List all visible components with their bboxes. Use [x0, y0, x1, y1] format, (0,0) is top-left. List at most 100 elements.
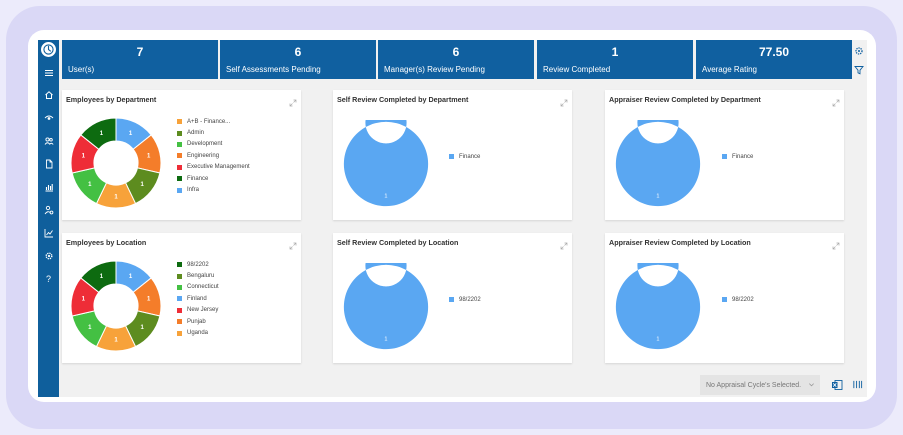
chart-legend: 98/2202	[449, 294, 481, 305]
chart-legend: 98/2202 Bengaluru Connecticut Finland New Je…	[177, 259, 219, 339]
sidebar: ?	[38, 40, 59, 397]
gear-icon[interactable]	[38, 248, 59, 264]
legend-label: Punjab	[187, 318, 206, 325]
legend-item[interactable]: Finance	[449, 151, 480, 162]
legend-label: Connecticut	[187, 284, 219, 291]
app-logo-icon[interactable]	[41, 42, 56, 57]
filter-icon[interactable]	[853, 64, 865, 76]
legend-swatch	[177, 307, 182, 313]
legend-label: A+B - Finance...	[187, 118, 231, 125]
app-screen: ? 7 User(s) 6 Self Assessments Pending 6…	[38, 40, 867, 397]
kpi-label: Manager(s) Review Pending	[384, 65, 485, 74]
kpi-users[interactable]: 7 User(s)	[62, 40, 218, 79]
kpi-value: 7	[136, 45, 144, 59]
legend-item[interactable]: 98/2202	[722, 294, 754, 305]
legend-label: Infra	[187, 187, 200, 194]
legend-item[interactable]: Development	[177, 139, 250, 150]
kpi-row: 7 User(s) 6 Self Assessments Pending 6 M…	[62, 40, 852, 80]
legend-label: New Jersey	[187, 307, 219, 314]
legend-item[interactable]: Bengaluru	[177, 270, 219, 281]
card-title: Employees by Location	[66, 238, 147, 247]
legend-label: 98/2202	[732, 296, 754, 303]
legend-swatch	[449, 154, 454, 160]
legend-swatch	[177, 262, 182, 268]
users-icon[interactable]	[38, 133, 59, 149]
trend-icon[interactable]	[38, 225, 59, 241]
columns-icon[interactable]	[851, 378, 864, 391]
person-gear-icon[interactable]	[38, 202, 59, 218]
kpi-value: 6	[452, 45, 460, 59]
legend-label: Finland	[187, 295, 207, 302]
eye-icon[interactable]	[38, 110, 59, 126]
expand-icon[interactable]	[560, 94, 568, 107]
kpi-label: Review Completed	[543, 65, 611, 74]
card-title: Self Review Completed by Location	[337, 238, 459, 247]
legend-item[interactable]: A+B - Finance...	[177, 116, 250, 127]
slice-value-label: 1	[384, 337, 387, 343]
document-icon[interactable]	[38, 156, 59, 172]
dashboard-content: 7 User(s) 6 Self Assessments Pending 6 M…	[59, 40, 867, 397]
donut-chart: 1	[343, 263, 429, 350]
help-icon[interactable]: ?	[38, 271, 59, 287]
legend-swatch	[177, 153, 182, 159]
legend-item[interactable]: Finance	[722, 151, 753, 162]
menu-icon[interactable]	[38, 65, 59, 81]
chart-legend: A+B - Finance... Admin Development Engineer…	[177, 116, 250, 196]
legend-swatch	[177, 273, 182, 279]
expand-icon[interactable]	[832, 237, 840, 250]
legend-item[interactable]: Uganda	[177, 327, 219, 338]
legend-swatch	[177, 141, 182, 147]
legend-item[interactable]: Executive Management	[177, 162, 250, 173]
legend-item[interactable]: Admin	[177, 127, 250, 138]
kpi-review-completed[interactable]: 1 Review Completed	[537, 40, 693, 79]
excel-export-icon[interactable]	[830, 378, 843, 391]
legend-item[interactable]: Engineering	[177, 150, 250, 161]
legend-item[interactable]: Punjab	[177, 316, 219, 327]
legend-item[interactable]: 98/2202	[449, 294, 481, 305]
expand-icon[interactable]	[289, 94, 297, 107]
kpi-value: 77.50	[758, 45, 790, 59]
expand-icon[interactable]	[560, 237, 568, 250]
legend-item[interactable]: Connecticut	[177, 282, 219, 293]
kpi-label: User(s)	[68, 65, 95, 74]
legend-label: 98/2202	[459, 296, 481, 303]
expand-icon[interactable]	[289, 237, 297, 250]
legend-swatch	[177, 176, 182, 182]
appraisal-cycle-select[interactable]: No Appraisal Cycle's Selected.	[700, 375, 820, 395]
card-self-review-by-department: Self Review Completed by Department 1 Fi…	[333, 90, 572, 220]
legend-item[interactable]: Finland	[177, 293, 219, 304]
card-employees-by-location: Employees by Location 1111111 98/2202 Ben…	[62, 233, 301, 363]
legend-label: Development	[187, 141, 223, 148]
legend-swatch	[177, 187, 182, 193]
legend-swatch	[177, 296, 182, 302]
kpi-average-rating[interactable]: 77.50 Average Rating	[696, 40, 852, 79]
kpi-self-assessments-pending[interactable]: 6 Self Assessments Pending	[220, 40, 376, 79]
expand-icon[interactable]	[832, 94, 840, 107]
legend-item[interactable]: 98/2202	[177, 259, 219, 270]
donut-chart: 1	[343, 120, 429, 207]
kpi-label: Average Rating	[702, 65, 757, 74]
slice-value-label: 1	[656, 337, 659, 343]
legend-item[interactable]: Finance	[177, 173, 250, 184]
chevron-down-icon	[809, 383, 814, 387]
legend-label: Admin	[187, 130, 205, 137]
chart-legend: 98/2202	[722, 294, 754, 305]
home-icon[interactable]	[38, 87, 59, 103]
kpi-label: Self Assessments Pending	[226, 65, 321, 74]
legend-swatch	[177, 130, 182, 136]
kpi-value: 6	[294, 45, 302, 59]
legend-label: Uganda	[187, 330, 209, 337]
legend-label: Executive Management	[187, 164, 250, 171]
kpi-manager-review-pending[interactable]: 6 Manager(s) Review Pending	[378, 40, 534, 79]
legend-swatch	[177, 119, 182, 125]
settings-icon[interactable]	[853, 45, 865, 57]
legend-swatch	[449, 297, 454, 303]
legend-label: 98/2202	[187, 261, 209, 268]
legend-label: Finance	[459, 153, 481, 160]
chart-legend: Finance	[449, 151, 480, 162]
card-appraiser-review-by-location: Appraiser Review Completed by Location 1…	[605, 233, 844, 363]
bar-chart-icon[interactable]	[38, 179, 59, 195]
legend-item[interactable]: New Jersey	[177, 305, 219, 316]
legend-item[interactable]: Infra	[177, 184, 250, 195]
card-employees-by-department: Employees by Department 1111111 A+B - Fi…	[62, 90, 301, 220]
